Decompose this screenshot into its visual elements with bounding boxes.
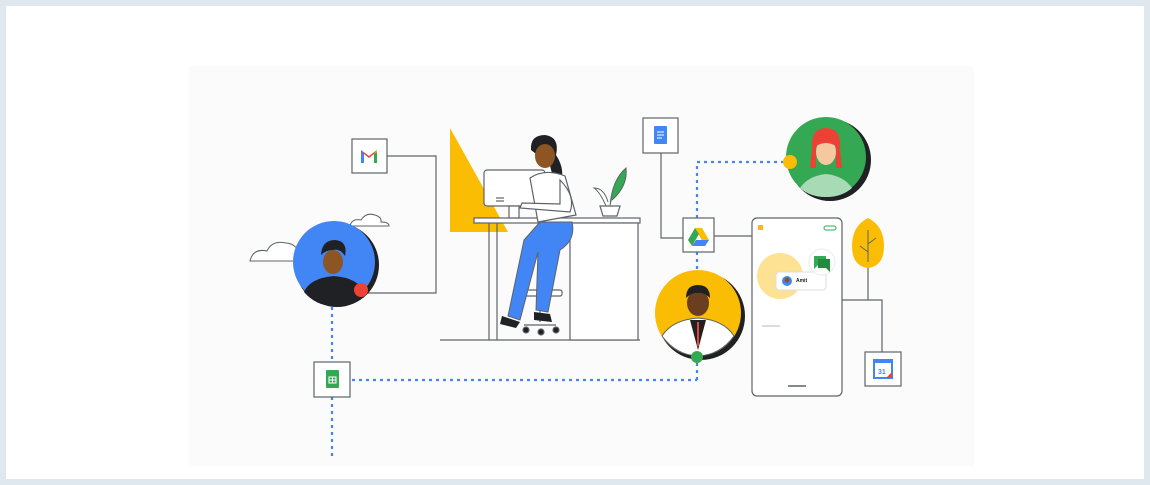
avatar-presenter-person — [655, 270, 745, 363]
cloud-right — [349, 213, 390, 227]
avatar-top-right-person — [783, 117, 871, 201]
chat-icon — [808, 248, 836, 276]
calendar-icon: 31 — [864, 351, 902, 387]
drive-icon — [682, 217, 715, 253]
illustration-canvas: Amit 31 — [249, 117, 902, 460]
avatar-left-person — [293, 221, 379, 307]
page-frame: Amit 31 — [6, 6, 1144, 479]
calendar-day-number: 31 — [878, 369, 886, 376]
tree — [852, 218, 884, 300]
sheets-icon — [313, 361, 351, 398]
gmail-icon — [351, 138, 388, 174]
chat-sender-name: Amit — [796, 278, 807, 284]
docs-icon — [642, 117, 679, 154]
desk-plant — [592, 167, 627, 217]
desk-worker-figure — [500, 135, 577, 328]
phone-mockup — [751, 217, 843, 397]
